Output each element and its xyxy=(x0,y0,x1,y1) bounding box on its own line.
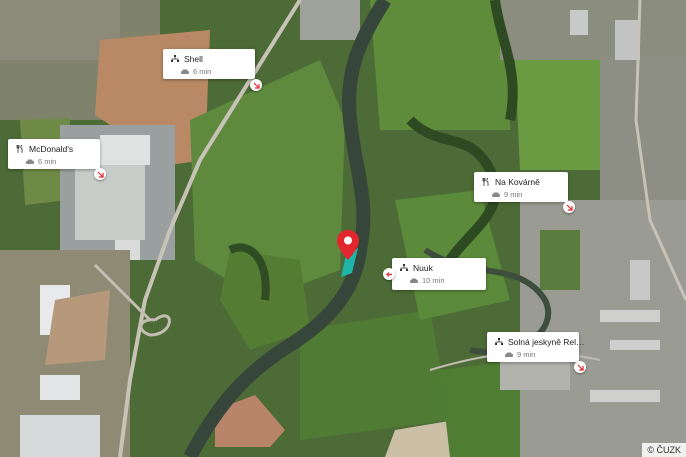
poi-pointer-solna-jeskyne[interactable] xyxy=(574,361,586,373)
poi-pointer-na-kovarne[interactable] xyxy=(563,201,575,213)
hierarchy-icon xyxy=(400,264,408,271)
travel-time: 9 min xyxy=(517,350,536,359)
meadow xyxy=(370,0,510,130)
poi-name: Shell xyxy=(184,54,203,64)
meadow xyxy=(515,60,610,170)
location-pin-icon[interactable] xyxy=(336,229,360,261)
hierarchy-icon xyxy=(495,338,503,345)
car-icon xyxy=(505,352,513,357)
arrow-down-right-icon xyxy=(253,82,260,89)
arrow-down-right-icon xyxy=(566,204,573,211)
poi-callout-nuuk[interactable]: Nuuk 10 min xyxy=(392,258,486,290)
poi-name: McDonald's xyxy=(29,144,74,154)
arrow-down-right-icon xyxy=(97,171,104,178)
poi-callout-na-kovarne[interactable]: Na Kovárně 9 min xyxy=(474,172,568,202)
poi-name: Nuuk xyxy=(413,263,433,273)
car-icon xyxy=(410,278,418,283)
poi-callout-solna-jeskyne[interactable]: Solná jeskyně Rel… 9 min xyxy=(487,332,585,362)
hierarchy-icon xyxy=(171,55,179,62)
car-icon xyxy=(492,192,500,197)
restaurant-icon xyxy=(482,178,489,186)
travel-time: 10 min xyxy=(422,276,445,285)
car-icon xyxy=(181,69,189,74)
poi-callout-shell[interactable]: Shell 6 min xyxy=(163,49,255,79)
arrow-down-right-icon xyxy=(577,364,584,371)
poi-pointer-shell[interactable] xyxy=(250,79,262,91)
poi-pointer-mcdonalds[interactable] xyxy=(94,168,106,180)
travel-time: 9 min xyxy=(504,190,523,199)
poi-pointer-nuuk[interactable] xyxy=(383,268,395,280)
poi-callout-mcdonalds[interactable]: McDonald's 6 min xyxy=(8,139,100,169)
travel-time: 6 min xyxy=(193,67,212,76)
restaurant-icon xyxy=(16,145,23,153)
travel-time: 6 min xyxy=(38,157,57,166)
residential-area xyxy=(500,0,686,60)
poi-name: Na Kovárně xyxy=(495,177,540,187)
map-attribution[interactable]: © ČUZK xyxy=(642,443,686,457)
car-icon xyxy=(26,159,34,164)
poi-name: Solná jeskyně Rel… xyxy=(508,337,585,347)
arrow-left-icon xyxy=(385,271,392,277)
